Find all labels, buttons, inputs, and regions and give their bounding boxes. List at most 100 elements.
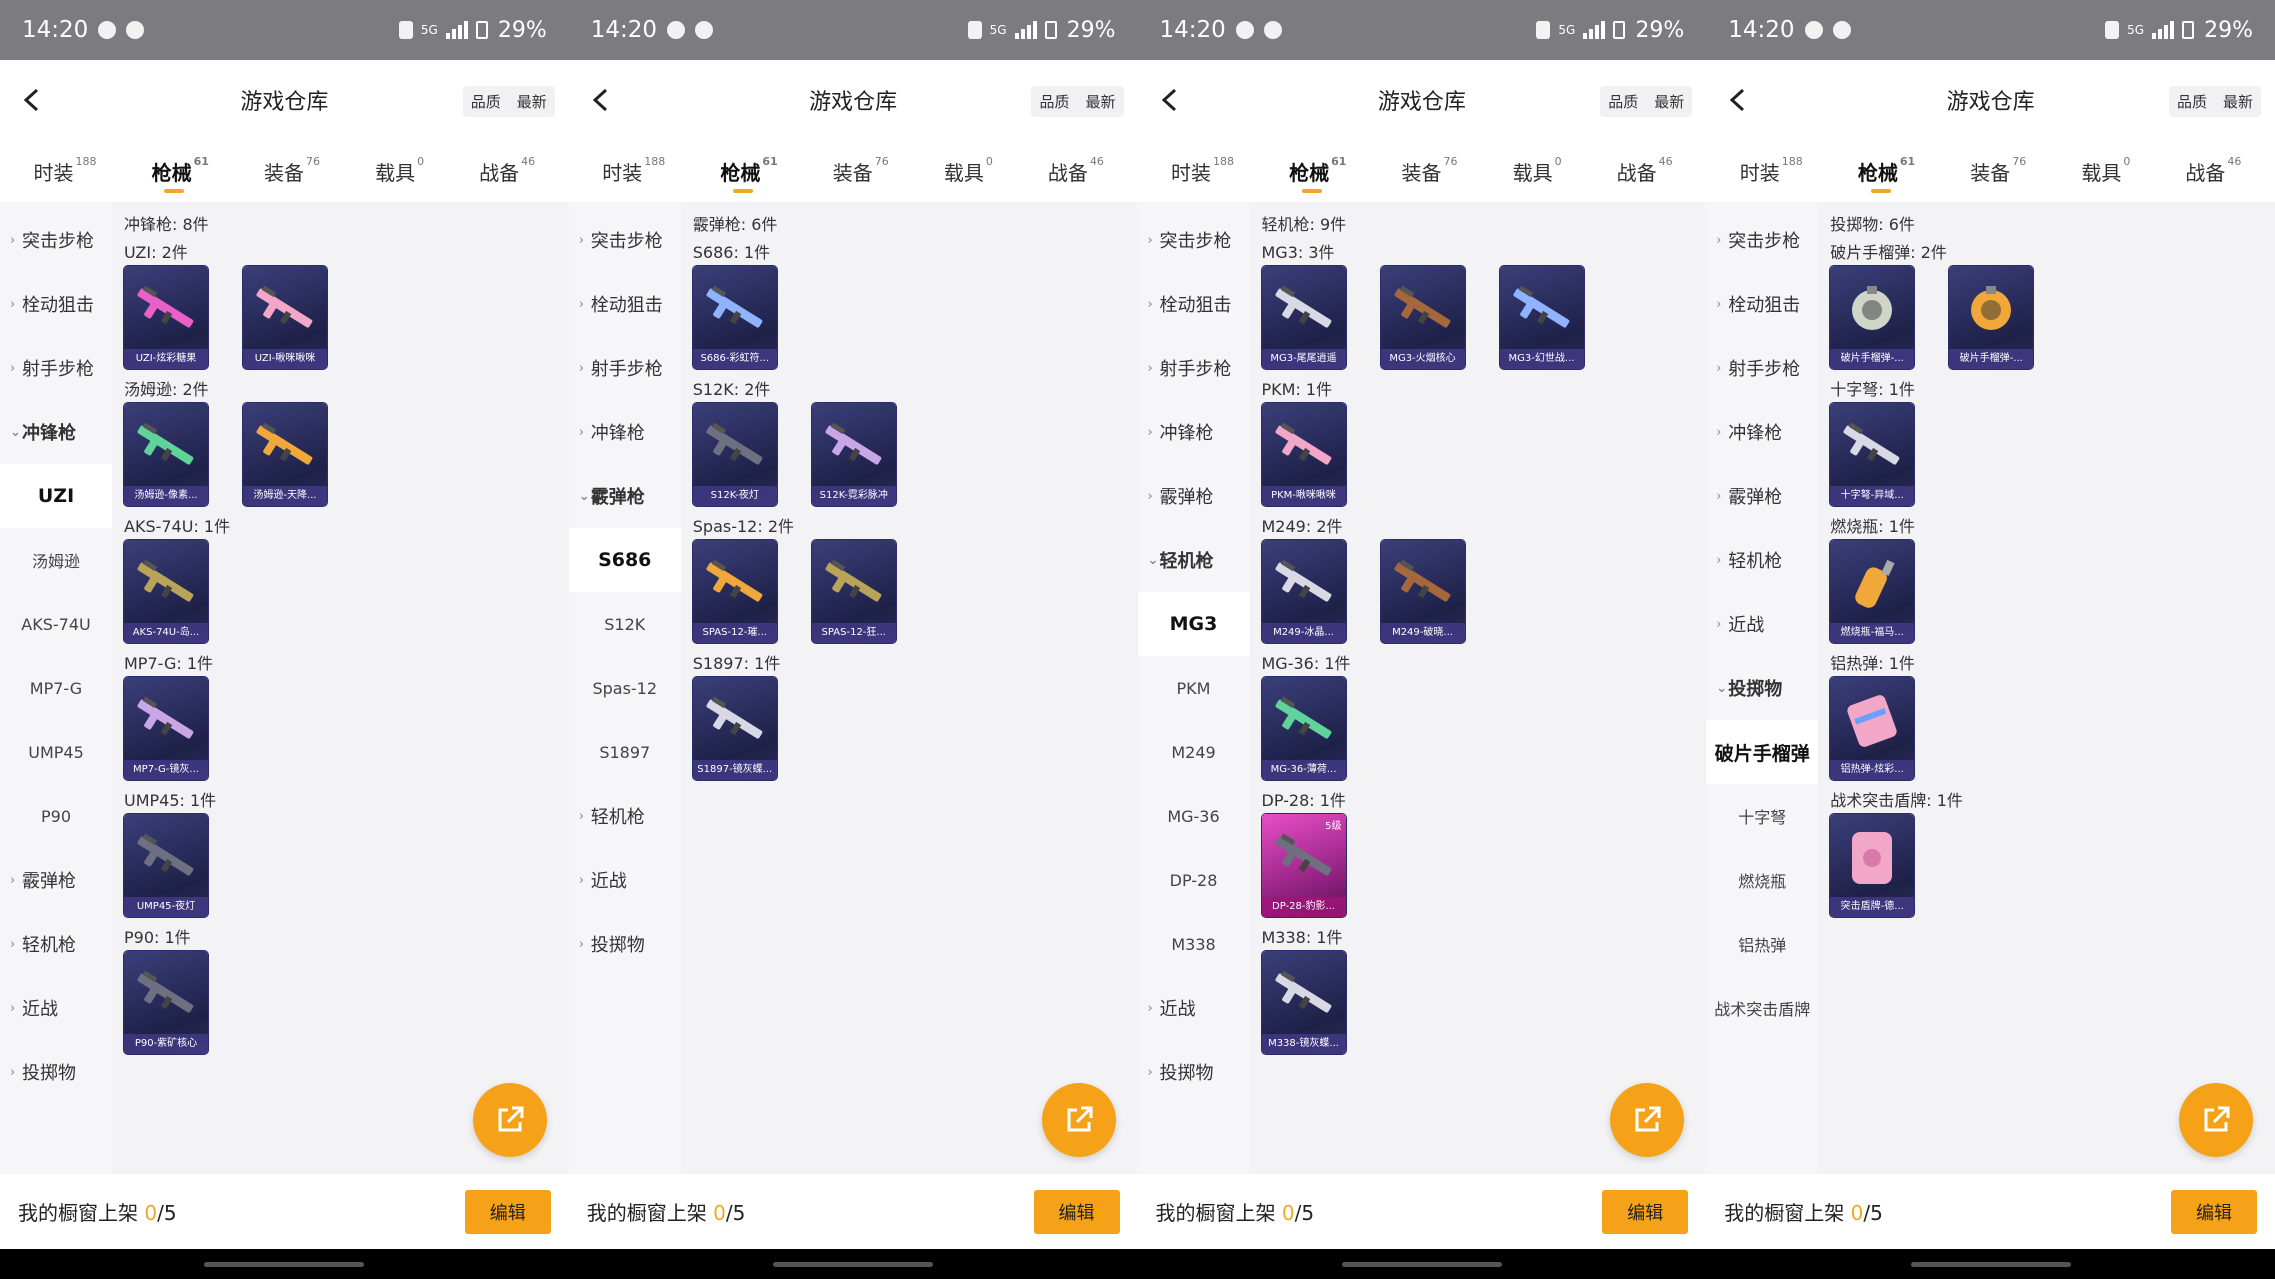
item-card[interactable]: 5级 DP-28-豹影... xyxy=(1261,814,1346,917)
sidebar-subitem[interactable]: PKM xyxy=(1138,656,1250,720)
tab-4[interactable]: 战备 46 xyxy=(1617,151,1673,191)
sidebar-subitem[interactable]: UMP45 xyxy=(0,720,112,784)
item-card[interactable]: M338-镜灰蝶... xyxy=(1261,951,1346,1054)
tab-2[interactable]: 装备 76 xyxy=(1970,151,2026,191)
edit-button[interactable]: 编辑 xyxy=(2171,1189,2257,1234)
tab-1[interactable]: 枪械 61 xyxy=(152,151,209,193)
sidebar-subitem[interactable]: MG-36 xyxy=(1138,784,1250,848)
home-indicator[interactable] xyxy=(1910,1261,2071,1267)
home-indicator[interactable] xyxy=(204,1261,365,1267)
item-card[interactable]: 铝热弹-炫彩... xyxy=(1830,677,1915,780)
edit-button[interactable]: 编辑 xyxy=(1602,1189,1689,1234)
sidebar-category[interactable]: › 霰弹枪 xyxy=(1706,464,1818,528)
share-button[interactable] xyxy=(2179,1083,2253,1157)
tab-3[interactable]: 载具 0 xyxy=(1513,151,1562,191)
item-card[interactable]: M249-破晓... xyxy=(1380,540,1465,643)
sidebar-subitem[interactable]: M338 xyxy=(1138,912,1250,976)
sidebar-category[interactable]: › 射手步枪 xyxy=(1138,336,1250,400)
back-button[interactable] xyxy=(12,82,52,118)
sidebar-category[interactable]: › 霰弹枪 xyxy=(1138,464,1250,528)
item-card[interactable]: 十字弩-异域... xyxy=(1830,403,1915,506)
sidebar-category[interactable]: › 栓动狙击 xyxy=(569,272,681,336)
tab-2[interactable]: 装备 76 xyxy=(833,151,889,191)
item-card[interactable]: MG3-幻世战... xyxy=(1499,266,1584,369)
tab-1[interactable]: 枪械 61 xyxy=(720,151,778,193)
item-card[interactable]: MG-36-薄荷... xyxy=(1261,677,1346,780)
sidebar-category[interactable]: › 近战 xyxy=(1706,592,1818,656)
sidebar-subitem[interactable]: 战术突击盾牌 xyxy=(1706,976,1818,1040)
sidebar-subitem[interactable]: M249 xyxy=(1138,720,1250,784)
sidebar-category[interactable]: ⌄ 冲锋枪 xyxy=(0,400,112,464)
sidebar-category[interactable]: › 栓动狙击 xyxy=(0,272,112,336)
sidebar-category[interactable]: › 霰弹枪 xyxy=(0,848,112,912)
item-card[interactable]: S1897-镜灰蝶... xyxy=(692,677,777,780)
item-card[interactable]: 破片手榴弹-... xyxy=(1830,266,1915,369)
sidebar-category[interactable]: › 射手步枪 xyxy=(0,336,112,400)
share-button[interactable] xyxy=(1610,1083,1685,1157)
sidebar-category[interactable]: ⌄ 霰弹枪 xyxy=(569,464,681,528)
sidebar-category[interactable]: › 近战 xyxy=(0,976,112,1040)
sidebar-category[interactable]: › 突击步枪 xyxy=(1706,208,1818,272)
sidebar-category[interactable]: › 冲锋枪 xyxy=(569,400,681,464)
sidebar-category[interactable]: › 冲锋枪 xyxy=(1138,400,1250,464)
item-card[interactable]: M249-冰晶... xyxy=(1261,540,1346,643)
item-card[interactable]: S686-彩虹符... xyxy=(692,266,777,369)
item-card[interactable]: 燃烧瓶-福马... xyxy=(1830,540,1915,643)
sort-latest-button[interactable]: 最新 xyxy=(509,86,555,117)
item-card[interactable]: MG3-火烟核心 xyxy=(1380,266,1465,369)
share-button[interactable] xyxy=(1041,1083,1116,1157)
tab-3[interactable]: 载具 0 xyxy=(375,151,424,191)
item-card[interactable]: SPAS-12-璀... xyxy=(692,540,777,643)
sidebar-subitem[interactable]: DP-28 xyxy=(1138,848,1250,912)
sidebar-subitem[interactable]: 燃烧瓶 xyxy=(1706,848,1818,912)
sort-quality-button[interactable]: 品质 xyxy=(463,86,509,117)
tab-3[interactable]: 载具 0 xyxy=(944,151,993,191)
back-button[interactable] xyxy=(581,82,621,118)
sort-quality-button[interactable]: 品质 xyxy=(2169,86,2215,117)
sort-quality-button[interactable]: 品质 xyxy=(1600,86,1646,117)
tab-4[interactable]: 战备 46 xyxy=(2185,151,2241,191)
item-card[interactable]: UZI-啾咪啾咪 xyxy=(243,266,327,369)
tab-4[interactable]: 战备 46 xyxy=(479,151,535,191)
share-button[interactable] xyxy=(472,1083,547,1157)
sidebar-category[interactable]: › 轻机枪 xyxy=(0,912,112,976)
item-card[interactable]: MP7-G-镜灰... xyxy=(124,677,208,780)
tab-0[interactable]: 时装 188 xyxy=(602,151,665,191)
item-card[interactable]: 突击盾牌-德... xyxy=(1830,814,1915,917)
item-card[interactable]: AKS-74U-岛... xyxy=(124,540,208,643)
item-card[interactable]: UZI-炫彩糖果 xyxy=(124,266,208,369)
tab-0[interactable]: 时装 188 xyxy=(1171,151,1234,191)
sidebar-category[interactable]: › 投掷物 xyxy=(569,912,681,976)
sidebar-category[interactable]: › 投掷物 xyxy=(1138,1040,1250,1104)
item-card[interactable]: 破片手榴弹-... xyxy=(1949,266,2034,369)
sidebar-category[interactable]: › 冲锋枪 xyxy=(1706,400,1818,464)
back-button[interactable] xyxy=(1718,82,1758,118)
sort-latest-button[interactable]: 最新 xyxy=(1646,86,1692,117)
tab-0[interactable]: 时装 188 xyxy=(1740,151,1803,191)
back-button[interactable] xyxy=(1150,82,1190,118)
sidebar-subitem[interactable]: S1897 xyxy=(569,720,681,784)
sidebar-category[interactable]: › 轻机枪 xyxy=(1706,528,1818,592)
sidebar-category[interactable]: › 投掷物 xyxy=(0,1040,112,1104)
sidebar-subitem[interactable]: 十字弩 xyxy=(1706,784,1818,848)
sort-latest-button[interactable]: 最新 xyxy=(1077,86,1123,117)
sidebar-subitem[interactable]: 汤姆逊 xyxy=(0,528,112,592)
sidebar-category[interactable]: ⌄ 轻机枪 xyxy=(1138,528,1250,592)
sidebar-category[interactable]: › 突击步枪 xyxy=(1138,208,1250,272)
edit-button[interactable]: 编辑 xyxy=(1033,1189,1120,1234)
tab-4[interactable]: 战备 46 xyxy=(1048,151,1104,191)
sidebar-subitem[interactable]: UZI xyxy=(0,464,112,528)
item-card[interactable]: PKM-啾咪啾咪 xyxy=(1261,403,1346,506)
home-indicator[interactable] xyxy=(1341,1261,1502,1267)
sidebar-subitem[interactable]: Spas-12 xyxy=(569,656,681,720)
sidebar-subitem[interactable]: S12K xyxy=(569,592,681,656)
sidebar-subitem[interactable]: P90 xyxy=(0,784,112,848)
item-card[interactable]: 汤姆逊-像素... xyxy=(124,403,208,506)
sidebar-category[interactable]: › 栓动狙击 xyxy=(1138,272,1250,336)
sidebar-subitem[interactable]: MG3 xyxy=(1137,592,1250,656)
sidebar-subitem[interactable]: S686 xyxy=(568,528,681,592)
item-card[interactable]: S12K-夜灯 xyxy=(692,403,777,506)
tab-1[interactable]: 枪械 61 xyxy=(1289,151,1346,193)
edit-button[interactable]: 编辑 xyxy=(464,1189,551,1234)
item-card[interactable]: S12K-霓彩脉冲 xyxy=(811,403,896,506)
